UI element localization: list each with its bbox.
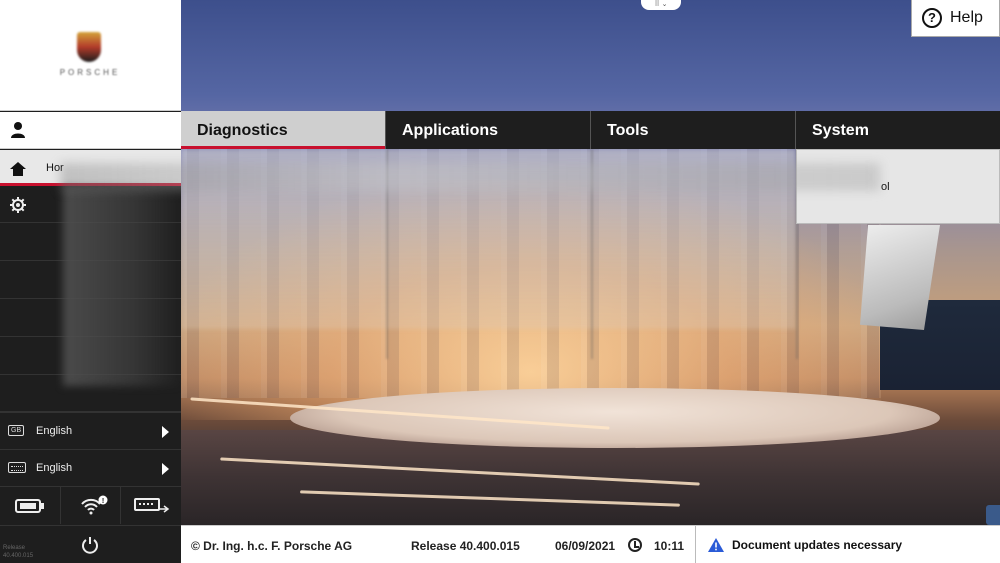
wifi-icon: ! xyxy=(80,495,108,515)
main-menu-bar: Diagnostics Applications Tools System xyxy=(181,111,1000,149)
battery-status-button[interactable] xyxy=(0,487,61,524)
tab-label: Tools xyxy=(607,122,649,139)
release-small: Release 40.400.015 xyxy=(3,544,33,560)
release-small-label: Release xyxy=(3,545,26,551)
chevron-right-icon xyxy=(162,463,169,475)
flag-gb-icon: GB xyxy=(8,425,25,436)
logo-area: PORSCHE xyxy=(0,0,181,111)
tab-label: System xyxy=(812,122,869,139)
wifi-status-button[interactable]: ! xyxy=(61,487,122,524)
power-icon[interactable] xyxy=(81,536,99,554)
footer-divider xyxy=(695,526,696,563)
tab-label: Applications xyxy=(402,122,499,139)
ui-language-selector[interactable]: GB English xyxy=(0,412,181,449)
wifi-alert-badge: ! xyxy=(102,498,104,505)
question-circle-icon: ? xyxy=(922,8,942,28)
vci-connection-button[interactable] xyxy=(121,487,181,524)
tab-applications[interactable]: Applications xyxy=(386,111,591,149)
user-button[interactable] xyxy=(0,112,181,149)
keyboard-icon xyxy=(8,462,26,473)
blurred-dropdown-row xyxy=(60,163,880,191)
warning-icon xyxy=(708,538,724,552)
battery-icon xyxy=(15,499,44,513)
chevron-right-icon xyxy=(162,426,169,438)
language-label: English xyxy=(36,425,73,437)
home-icon xyxy=(10,162,26,176)
help-button[interactable]: ? Help xyxy=(911,0,1000,37)
clock-icon xyxy=(628,538,642,552)
sidebar-footer: Release 40.400.015 xyxy=(0,525,181,563)
keyboard-language-selector[interactable]: English xyxy=(0,449,181,486)
top-pulldown-handle[interactable]: ⠿ ⌄ xyxy=(641,0,681,10)
tab-system[interactable]: System xyxy=(796,111,1000,149)
help-label: Help xyxy=(950,9,983,26)
usb-device-icon xyxy=(134,498,170,513)
current-time: 10:11 xyxy=(654,539,685,553)
current-date: 06/09/2021 xyxy=(555,539,616,553)
document-update-notice[interactable]: Document updates necessary xyxy=(732,538,902,552)
copyright-text: © Dr. Ing. h.c. F. Porsche AG xyxy=(191,539,353,553)
brand-wordmark: PORSCHE xyxy=(59,68,121,77)
tab-tools[interactable]: Tools xyxy=(591,111,796,149)
tab-label: Diagnostics xyxy=(197,122,288,139)
background-roundabout xyxy=(290,388,940,448)
status-icon-bar: ! xyxy=(0,486,181,524)
status-footer: © Dr. Ing. h.c. F. Porsche AG Release 40… xyxy=(181,525,1000,563)
gear-icon xyxy=(10,197,26,213)
sidebar: PORSCHE Hor GB English English ! Release… xyxy=(0,0,181,563)
side-panel-tab[interactable] xyxy=(986,505,1000,525)
language-label: English xyxy=(36,462,73,474)
porsche-crest-icon xyxy=(77,32,101,62)
submenu-item-label: ol xyxy=(881,181,890,193)
release-small-version: 40.400.015 xyxy=(3,553,34,559)
tab-diagnostics[interactable]: Diagnostics xyxy=(181,111,386,149)
release-version: Release 40.400.015 xyxy=(411,539,520,553)
blurred-menu-overlay xyxy=(63,186,181,386)
user-icon xyxy=(11,122,25,138)
